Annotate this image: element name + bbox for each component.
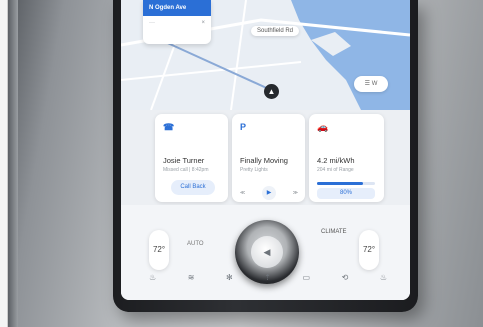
rear-defrost-icon[interactable]: ▭ [302,273,310,282]
road-label: Southfield Rd [251,26,300,36]
navigation-street: N Ogden Ave [143,0,211,16]
cards-row: ☎ Josie Turner Missed call | 8:42pm Call… [121,110,410,205]
background-shadow-left [8,0,18,327]
airflow-icon[interactable]: ⇡ [264,273,271,282]
media-controls: ≪ ▶ ≫ [240,186,298,200]
more-icon[interactable]: ··· [149,20,155,26]
map-view[interactable]: N Ogden Ave ··· × Southfield Rd ▲ ☰ W [121,0,410,110]
navigation-arrow-icon: ▲ [267,87,276,96]
recenter-button[interactable]: ▲ [264,84,279,99]
compass-icon: ☰ [364,81,372,87]
battery-progress-fill [317,182,364,185]
seat-heat-icon[interactable]: ♨ [149,273,156,282]
map-filter-label: W [371,81,378,87]
vehicle-card[interactable]: 🚗 4.2 mi/kWh 204 mi of Range 80% [309,114,384,202]
close-icon[interactable]: × [201,20,205,26]
battery-progress-bar [317,182,375,185]
previous-icon[interactable]: ≪ [240,190,245,196]
climate-icon-row: ♨ ≋ ✻ ⇡ ▭ ⟲ ♨ [149,273,387,282]
call-status: Missed call | 8:42pm [163,167,209,173]
fan-icon[interactable]: ✻ [226,273,233,282]
map-filter-button[interactable]: ☰ W [354,76,388,92]
play-button[interactable]: ▶ [262,186,276,200]
left-temperature-control[interactable]: 72° [149,230,169,270]
next-icon[interactable]: ≫ [293,190,298,196]
seat-cool-icon[interactable]: ♨ [380,273,387,282]
phone-card[interactable]: ☎ Josie Turner Missed call | 8:42pm Call… [155,114,228,202]
auto-climate-label[interactable]: AUTO [187,241,204,247]
pandora-icon: P [240,122,247,132]
climate-label[interactable]: CLIMATE [321,229,347,235]
music-card[interactable]: P Finally Moving Pretty Lights ≪ ▶ ≫ [232,114,305,202]
navigation-card[interactable]: N Ogden Ave ··· × [143,0,211,44]
car-icon: 🚗 [317,122,329,132]
call-back-button[interactable]: Call Back [171,180,215,195]
artist-name: Pretty Lights [240,167,268,173]
knob-arrow-icon: ◀ [251,236,283,268]
range-value: 204 mi of Range [317,167,354,173]
climate-panel: 72° AUTO ◀ CLIMATE 72° ♨ ≋ ✻ ⇡ ▭ ⟲ ♨ [121,205,410,300]
recirculation-icon[interactable]: ⟲ [342,273,349,282]
efficiency-value: 4.2 mi/kWh [317,156,355,165]
battery-percent: 80% [317,188,375,199]
infotainment-screen: N Ogden Ave ··· × Southfield Rd ▲ ☰ W ☎ … [121,0,410,300]
caller-name: Josie Turner [163,156,205,165]
song-title: Finally Moving [240,156,288,165]
phone-icon: ☎ [163,122,175,132]
background-panel-left [0,0,8,327]
defrost-icon[interactable]: ≋ [188,273,195,282]
right-temperature-control[interactable]: 72° [359,230,379,270]
